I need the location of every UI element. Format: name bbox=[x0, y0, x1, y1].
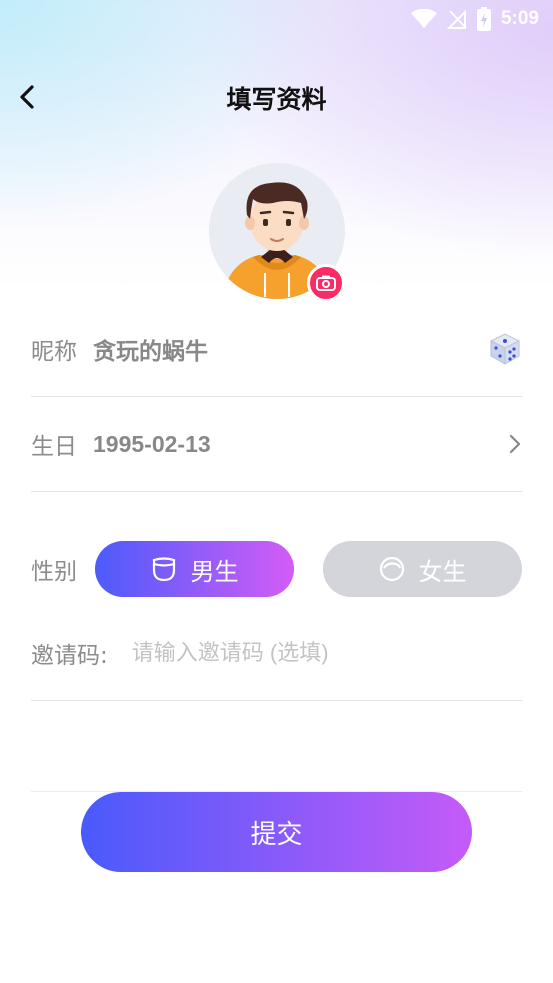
birthday-row[interactable]: 生日 1995-02-13 bbox=[31, 397, 522, 492]
wifi-icon bbox=[410, 9, 437, 28]
camera-icon bbox=[316, 275, 336, 291]
invite-label: 邀请码: bbox=[31, 643, 108, 669]
invite-row: 邀请码: bbox=[31, 606, 522, 701]
nickname-value[interactable]: 贪玩的蜗牛 bbox=[93, 332, 208, 366]
chevron-right-icon bbox=[509, 434, 521, 454]
status-bar: 5:09 bbox=[0, 0, 553, 38]
page-title: 填写资料 bbox=[226, 85, 327, 114]
random-nickname-button[interactable] bbox=[488, 332, 522, 366]
status-time: 5:09 bbox=[500, 8, 539, 29]
male-face-icon bbox=[152, 557, 175, 582]
gender-female-button[interactable]: 女生 bbox=[323, 541, 522, 597]
avatar-section[interactable] bbox=[209, 163, 345, 302]
birthday-value: 1995-02-13 bbox=[93, 430, 211, 457]
birthday-label: 生日 bbox=[31, 434, 77, 460]
birthday-picker-button[interactable] bbox=[508, 433, 522, 455]
nickname-label: 昵称 bbox=[31, 339, 77, 365]
battery-charging-icon bbox=[476, 7, 491, 31]
no-signal-icon bbox=[446, 9, 466, 29]
gender-female-label: 女生 bbox=[418, 557, 467, 586]
gender-male-label: 男生 bbox=[190, 557, 239, 586]
dice-icon bbox=[489, 333, 521, 365]
female-face-icon bbox=[379, 556, 404, 582]
gender-label: 性别 bbox=[31, 559, 77, 585]
gender-male-button[interactable]: 男生 bbox=[95, 541, 294, 597]
nickname-row: 昵称 贪玩的蜗牛 bbox=[31, 302, 522, 397]
nav-bar: 填写资料 bbox=[0, 70, 553, 124]
submit-button[interactable]: 提交 bbox=[81, 792, 472, 872]
invite-code-input[interactable] bbox=[131, 640, 472, 666]
change-avatar-button[interactable] bbox=[307, 264, 345, 302]
